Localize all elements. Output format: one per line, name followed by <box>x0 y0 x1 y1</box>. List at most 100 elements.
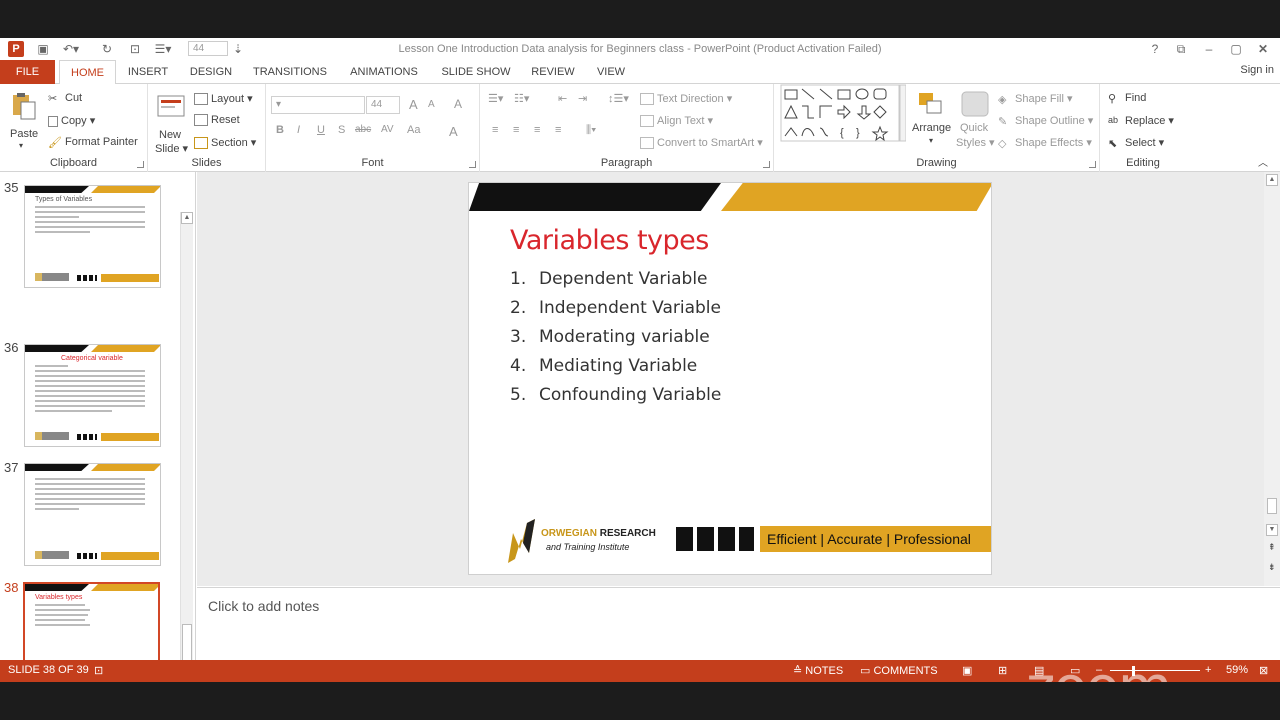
scroll-up-icon[interactable]: ▲ <box>1266 174 1278 186</box>
line-spacing-button[interactable]: ↕☰▾ <box>608 92 629 105</box>
notes-button[interactable]: ≙ NOTES <box>793 664 843 677</box>
shape-outline-button[interactable]: ✎ Shape Outline ▾ <box>998 114 1093 128</box>
svg-text:{: { <box>840 127 844 139</box>
reading-view-icon[interactable]: ▤ <box>1034 664 1044 677</box>
customize-qat-icon[interactable]: ⇣ <box>232 41 244 57</box>
slide-scrollbar[interactable]: ▲ ▼ ⇞ ⇟ <box>1264 172 1280 586</box>
spell-check-icon[interactable]: ⊡ <box>94 664 103 677</box>
zoom-slider-thumb[interactable] <box>1132 666 1135 676</box>
copy-button[interactable]: Copy ▾ <box>48 114 95 127</box>
tab-insert[interactable]: INSERT <box>122 60 174 84</box>
comments-button[interactable]: ▭ COMMENTS <box>860 664 938 677</box>
increase-indent-button[interactable]: ⇥ <box>578 92 587 105</box>
reset-button[interactable]: Reset <box>194 114 240 127</box>
slide-counter: SLIDE 38 OF 39 <box>8 664 89 676</box>
bold-button[interactable]: B <box>276 124 284 136</box>
slide-numbered-list[interactable]: 1. Dependent Variable 2. Independent Varia… <box>510 265 721 410</box>
slideshow-view-icon[interactable]: ▭ <box>1070 664 1080 677</box>
drawing-launcher-icon[interactable] <box>1089 161 1096 168</box>
align-center-button[interactable]: ≡ <box>513 124 519 136</box>
help-icon[interactable]: ? <box>1146 41 1164 57</box>
decrease-indent-button[interactable]: ⇤ <box>558 92 567 105</box>
section-button[interactable]: Section ▾ <box>194 136 256 150</box>
slide-scroll-thumb[interactable] <box>1267 498 1277 514</box>
shapes-gallery[interactable]: {} <box>780 84 906 142</box>
font-name-combo[interactable]: ▾ <box>271 96 365 114</box>
slide-title[interactable]: Variables types <box>510 225 709 256</box>
shrink-font-button[interactable]: A <box>428 99 435 110</box>
layout-icon <box>194 93 208 106</box>
tab-transitions[interactable]: TRANSITIONS <box>250 60 330 84</box>
zoom-level[interactable]: 59% <box>1226 664 1248 676</box>
normal-view-icon[interactable]: ▣ <box>962 664 972 677</box>
scroll-down-icon[interactable]: ▼ <box>1266 524 1278 536</box>
notes-pane[interactable]: Click to add notes <box>197 587 1280 660</box>
undo-icon[interactable]: ↶▾ <box>60 41 82 57</box>
align-text-button[interactable]: Align Text ▾ <box>640 114 713 128</box>
slide-thumbnail-35[interactable]: Types of Variables <box>24 185 161 288</box>
text-direction-button[interactable]: Text Direction ▾ <box>640 92 732 106</box>
close-icon[interactable]: ✕ <box>1254 41 1272 57</box>
scroll-up-icon[interactable]: ▲ <box>181 212 193 224</box>
zoom-in-icon[interactable]: + <box>1205 664 1211 676</box>
find-button[interactable]: ⚲ Find <box>1108 92 1146 105</box>
tab-view[interactable]: VIEW <box>592 60 630 84</box>
minimize-icon[interactable]: – <box>1200 41 1218 57</box>
redo-icon[interactable]: ↻ <box>98 41 116 57</box>
font-launcher-icon[interactable] <box>469 161 476 168</box>
strikethrough-button[interactable]: abc <box>355 124 371 135</box>
select-button[interactable]: ⬉ Select ▾ <box>1108 136 1164 150</box>
ribbon-display-icon[interactable]: ⧉ <box>1172 41 1190 57</box>
tab-design[interactable]: DESIGN <box>184 60 238 84</box>
slide-sorter-icon[interactable]: ⊞ <box>998 664 1007 677</box>
shape-effects-button[interactable]: ◇ Shape Effects ▾ <box>998 136 1092 150</box>
notes-placeholder[interactable]: Click to add notes <box>208 598 319 614</box>
save-icon[interactable]: ▣ <box>34 41 52 57</box>
tab-home[interactable]: HOME <box>59 60 116 85</box>
clipboard-launcher-icon[interactable] <box>137 161 144 168</box>
font-color-button[interactable]: A <box>449 124 458 139</box>
fit-slide-icon[interactable]: ⊠ <box>1259 664 1268 677</box>
numbering-button[interactable]: ☷▾ <box>514 92 529 105</box>
replace-button[interactable]: ab Replace ▾ <box>1108 114 1174 127</box>
font-size-qat[interactable]: 44 <box>188 41 228 56</box>
char-spacing-button[interactable]: AV <box>381 124 394 135</box>
paragraph-launcher-icon[interactable] <box>763 161 770 168</box>
current-slide[interactable]: Variables types 1. Dependent Variable 2. I… <box>468 182 992 575</box>
slide-thumbnail-37[interactable] <box>24 463 161 566</box>
font-size-combo[interactable]: 44 <box>366 96 400 114</box>
tab-slide-show[interactable]: SLIDE SHOW <box>438 60 514 84</box>
shape-fill-button[interactable]: ◈ Shape Fill ▾ <box>998 92 1073 106</box>
underline-button[interactable]: U <box>317 124 325 136</box>
shadow-button[interactable]: S <box>338 124 345 136</box>
zoom-slider[interactable] <box>1110 670 1200 671</box>
tab-animations[interactable]: ANIMATIONS <box>344 60 424 84</box>
sign-in-link[interactable]: Sign in <box>1240 64 1274 76</box>
zoom-out-icon[interactable]: – <box>1096 664 1102 676</box>
convert-smartart-button[interactable]: Convert to SmartArt ▾ <box>640 136 763 150</box>
layout-button[interactable]: Layout ▾ <box>194 92 253 106</box>
maximize-icon[interactable]: ▢ <box>1227 41 1245 57</box>
thumbnail-scrollbar[interactable]: ▲ ▼ <box>180 212 193 698</box>
previous-slide-icon[interactable]: ⇞ <box>1268 542 1276 553</box>
bullets-qat-icon[interactable]: ☰▾ <box>152 41 174 57</box>
change-case-button[interactable]: Aa <box>407 124 420 136</box>
next-slide-icon[interactable]: ⇟ <box>1268 562 1276 573</box>
align-right-button[interactable]: ≡ <box>534 124 540 136</box>
grow-font-button[interactable]: A <box>409 97 418 112</box>
cut-button[interactable]: ✂ Cut <box>48 92 82 105</box>
italic-button[interactable]: I <box>297 124 300 136</box>
tab-file[interactable]: FILE <box>0 60 55 84</box>
bullets-button[interactable]: ☰▾ <box>488 92 503 105</box>
justify-button[interactable]: ≡ <box>555 124 561 136</box>
columns-button[interactable]: ⫼▾ <box>586 124 596 137</box>
format-painter-button[interactable]: 🖌 Format Painter <box>48 136 138 149</box>
tab-review[interactable]: REVIEW <box>528 60 578 84</box>
slide-thumbnail-36[interactable]: Categorical variable <box>24 344 161 447</box>
align-left-button[interactable]: ≡ <box>492 124 498 136</box>
clear-format-button[interactable]: A <box>454 97 462 111</box>
thumb-number: 36 <box>4 340 19 355</box>
collapse-ribbon-icon[interactable]: ︿ <box>1258 154 1268 169</box>
paste-icon <box>13 93 36 120</box>
start-slideshow-icon[interactable]: ⊡ <box>126 41 144 57</box>
